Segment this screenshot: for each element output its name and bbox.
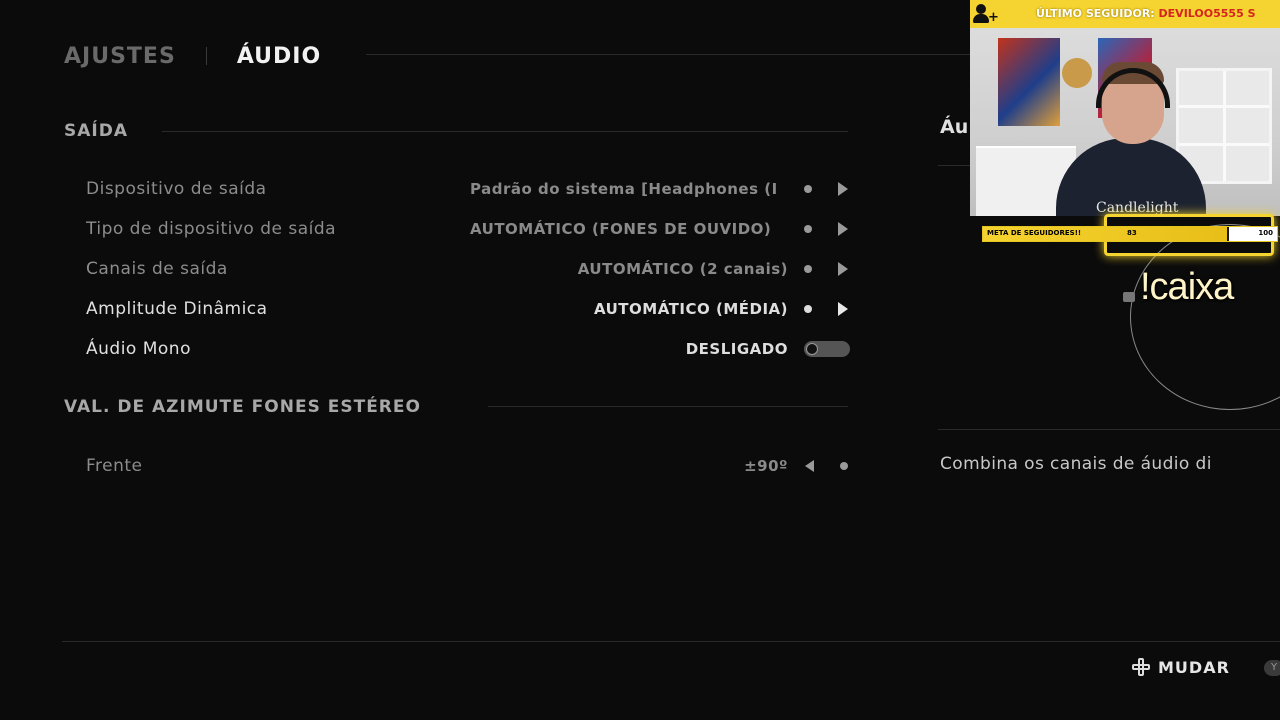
info-panel-divider-bottom xyxy=(938,429,1280,430)
last-follower-label: ÚLTIMO SEGUIDOR: xyxy=(1036,7,1155,20)
arrow-right-icon[interactable] xyxy=(838,222,848,236)
dot-indicator-icon xyxy=(804,265,812,273)
webcam-video: Candlelight xyxy=(970,28,1280,216)
webcam-overlay: Candlelight + ÚLTIMO SEGUIDOR: DEVILOO55… xyxy=(970,0,1280,258)
setting-label: Tipo de dispositivo de saída xyxy=(86,219,337,239)
section-divider-output xyxy=(162,131,848,132)
goal-current: 83 xyxy=(1127,229,1137,237)
goal-max: 100 xyxy=(1258,229,1273,237)
setting-value: DESLIGADO xyxy=(685,340,788,358)
arrow-right-icon[interactable] xyxy=(838,182,848,196)
setting-label: Frente xyxy=(86,456,143,476)
y-button-icon[interactable]: Y xyxy=(1264,660,1280,676)
goal-label: META DE SEGUIDORES!! xyxy=(987,229,1082,237)
section-title-azimuth: VAL. DE AZIMUTE FONES ESTÉREO xyxy=(64,397,421,417)
info-panel-title: Áu xyxy=(940,116,969,138)
toggle-knob xyxy=(806,343,818,355)
dot-indicator-icon xyxy=(804,185,812,193)
last-follower-text: ÚLTIMO SEGUIDOR: DEVILOO5555 S xyxy=(1036,7,1256,20)
last-follower-suffix: S xyxy=(1247,7,1256,20)
setting-row-front[interactable]: Frente ±90º xyxy=(86,450,850,482)
add-user-icon: + xyxy=(972,3,999,25)
last-follower-bar: + ÚLTIMO SEGUIDOR: DEVILOO5555 S xyxy=(970,0,1280,28)
hat-image xyxy=(1062,58,1092,88)
arrow-right-icon[interactable] xyxy=(838,302,848,316)
setting-value: AUTOMÁTICO (2 canais) xyxy=(577,260,788,278)
dot-indicator-icon xyxy=(804,305,812,313)
setting-row-output-channels[interactable]: Canais de saída AUTOMÁTICO (2 canais) xyxy=(86,253,850,285)
setting-value: ±90º xyxy=(744,457,788,475)
mono-audio-toggle[interactable] xyxy=(804,341,850,357)
setting-label: Amplitude Dinâmica xyxy=(86,299,268,319)
arrow-left-icon[interactable] xyxy=(805,460,814,472)
setting-row-dynamic-range[interactable]: Amplitude Dinâmica AUTOMÁTICO (MÉDIA) xyxy=(86,293,850,325)
tab-separator xyxy=(205,47,207,65)
dot-indicator-icon xyxy=(804,225,812,233)
section-title-output: SAÍDA xyxy=(64,121,128,141)
shirt-text: Candlelight xyxy=(1096,200,1179,216)
setting-row-output-device[interactable]: Dispositivo de saída Padrão do sistema [… xyxy=(86,173,850,205)
setting-label: Áudio Mono xyxy=(86,339,191,359)
section-divider-azimuth xyxy=(488,406,848,407)
dpad-icon xyxy=(1130,656,1152,678)
footer-divider xyxy=(62,641,1280,642)
dot-indicator-icon xyxy=(840,462,848,470)
setting-row-mono-audio[interactable]: Áudio Mono DESLIGADO xyxy=(86,333,850,365)
setting-value: AUTOMÁTICO (MÉDIA) xyxy=(593,300,788,318)
speaker-icon xyxy=(1123,292,1135,302)
footer-change-label: MUDAR xyxy=(1158,657,1230,677)
info-panel-description: Combina os canais de áudio di xyxy=(940,454,1212,474)
last-follower-name: DEVILOO5555 xyxy=(1158,7,1244,20)
tab-ajustes[interactable]: AJUSTES xyxy=(64,44,176,69)
chat-command-text: !caixa xyxy=(1140,266,1234,308)
poster-image xyxy=(998,38,1060,126)
setting-value: Padrão do sistema [Headphones (I xyxy=(470,180,778,198)
setting-label: Canais de saída xyxy=(86,259,228,279)
arrow-right-icon[interactable] xyxy=(838,262,848,276)
top-tabs: AJUSTES ÁUDIO xyxy=(64,40,321,72)
footer-change-action[interactable]: MUDAR xyxy=(1130,656,1230,678)
setting-label: Dispositivo de saída xyxy=(86,179,267,199)
setting-row-output-device-type[interactable]: Tipo de dispositivo de saída AUTOMÁTICO … xyxy=(86,213,850,245)
follower-goal-bar: META DE SEGUIDORES!! 83 100 xyxy=(982,226,1278,242)
setting-value: AUTOMÁTICO (FONES DE OUVIDO) xyxy=(470,220,772,238)
tab-audio[interactable]: ÁUDIO xyxy=(237,44,321,69)
